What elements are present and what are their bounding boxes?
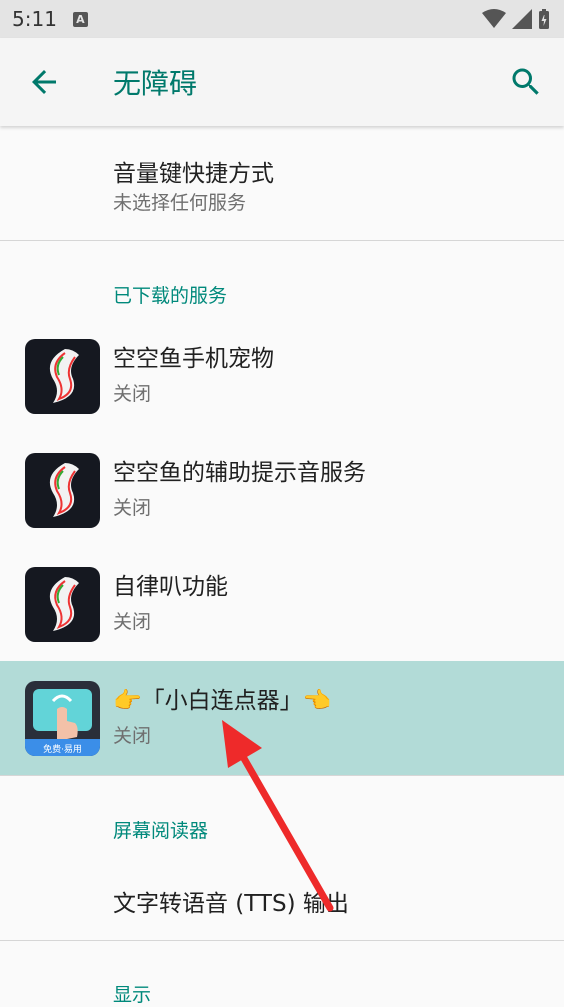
divider xyxy=(0,940,564,941)
arrow-back-icon[interactable] xyxy=(26,64,62,100)
status-icons xyxy=(482,9,550,29)
notification-icon: A xyxy=(72,11,88,27)
volume-shortcut-summary: 未选择任何服务 xyxy=(113,192,247,214)
fish-app-icon xyxy=(25,567,100,642)
search-icon[interactable] xyxy=(508,64,544,100)
signal-icon xyxy=(512,9,532,29)
service-item-pet[interactable]: 空空鱼手机宠物 关闭 xyxy=(0,319,564,433)
service-item-sound[interactable]: 空空鱼的辅助提示音服务 关闭 xyxy=(0,433,564,547)
service-title: 自律叭功能 xyxy=(113,574,228,600)
volume-shortcut-item[interactable]: 音量键快捷方式 未选择任何服务 xyxy=(0,126,564,240)
section-header-screen-reader: 屏幕阅读器 xyxy=(113,820,209,842)
service-status: 关闭 xyxy=(113,383,152,405)
fish-app-icon xyxy=(25,453,100,528)
service-title: 空空鱼的辅助提示音服务 xyxy=(113,460,366,486)
service-item-auto-clicker[interactable]: 免费·易用 👉「小白连点器」👈 关闭 xyxy=(0,661,564,775)
service-title: 空空鱼手机宠物 xyxy=(113,346,274,372)
volume-shortcut-title: 音量键快捷方式 xyxy=(113,161,274,187)
tts-output-item[interactable]: 文字转语音 (TTS) 输出 xyxy=(0,860,564,940)
tts-output-title: 文字转语音 (TTS) 输出 xyxy=(113,891,349,917)
section-header-downloaded: 已下载的服务 xyxy=(113,285,228,307)
divider xyxy=(0,775,564,776)
service-status: 关闭 xyxy=(113,497,152,519)
service-status: 关闭 xyxy=(113,725,152,747)
auto-clicker-badge: 免费·易用 xyxy=(43,743,82,755)
wifi-icon xyxy=(482,9,506,28)
service-status: 关闭 xyxy=(113,611,152,633)
battery-icon xyxy=(539,9,549,29)
service-title: 👉「小白连点器」👈 xyxy=(113,688,332,714)
status-bar: 5:11 A xyxy=(0,0,564,38)
page-title: 无障碍 xyxy=(113,67,198,100)
auto-clicker-app-icon: 免费·易用 xyxy=(25,681,100,756)
section-header-display: 显示 xyxy=(113,984,152,1006)
service-item-discipline[interactable]: 自律叭功能 关闭 xyxy=(0,547,564,661)
app-bar: 无障碍 xyxy=(0,38,564,126)
status-time: 5:11 xyxy=(12,7,57,31)
divider xyxy=(0,240,564,241)
fish-app-icon xyxy=(25,339,100,414)
